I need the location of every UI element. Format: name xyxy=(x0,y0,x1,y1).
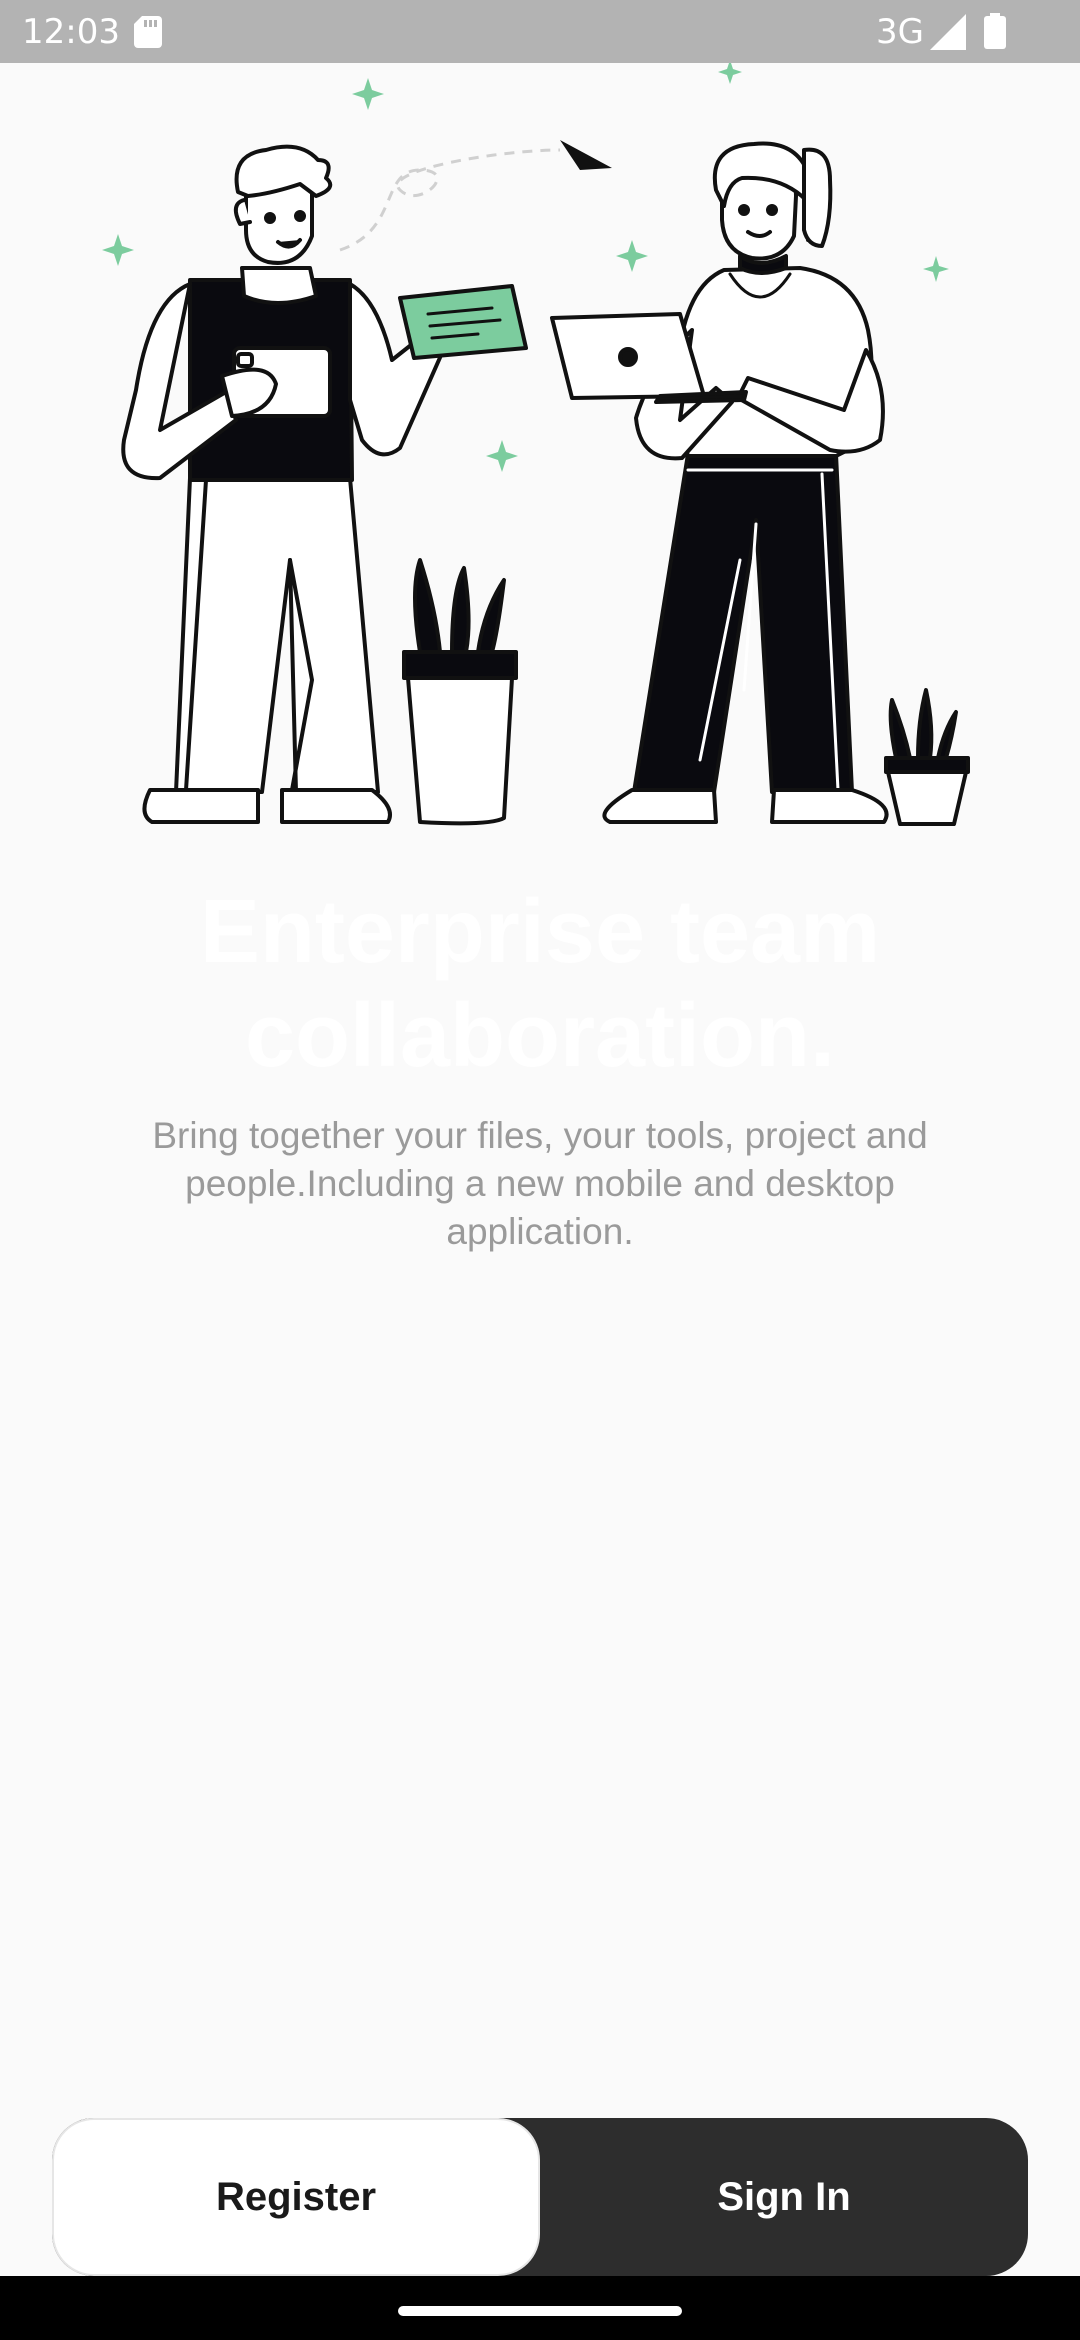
status-bar: 12:03 3G xyxy=(0,0,1080,63)
home-gesture-handle[interactable] xyxy=(398,2306,682,2316)
status-time: 12:03 xyxy=(22,12,120,52)
register-button[interactable]: Register xyxy=(52,2118,540,2276)
signal-icon xyxy=(930,14,966,50)
sd-card-icon xyxy=(134,16,162,48)
onboarding-subtitle: Bring together your files, your tools, p… xyxy=(152,1115,928,1252)
team-collaboration-illustration xyxy=(102,63,970,826)
battery-icon xyxy=(984,13,1006,49)
auth-button-group: Register Sign In xyxy=(52,2118,1028,2276)
network-type-label: 3G xyxy=(876,12,924,52)
sign-in-button[interactable]: Sign In xyxy=(540,2118,1028,2276)
onboarding-title: Enterprise team collaboration. xyxy=(199,882,881,1086)
system-navigation-bar xyxy=(0,2276,1080,2340)
